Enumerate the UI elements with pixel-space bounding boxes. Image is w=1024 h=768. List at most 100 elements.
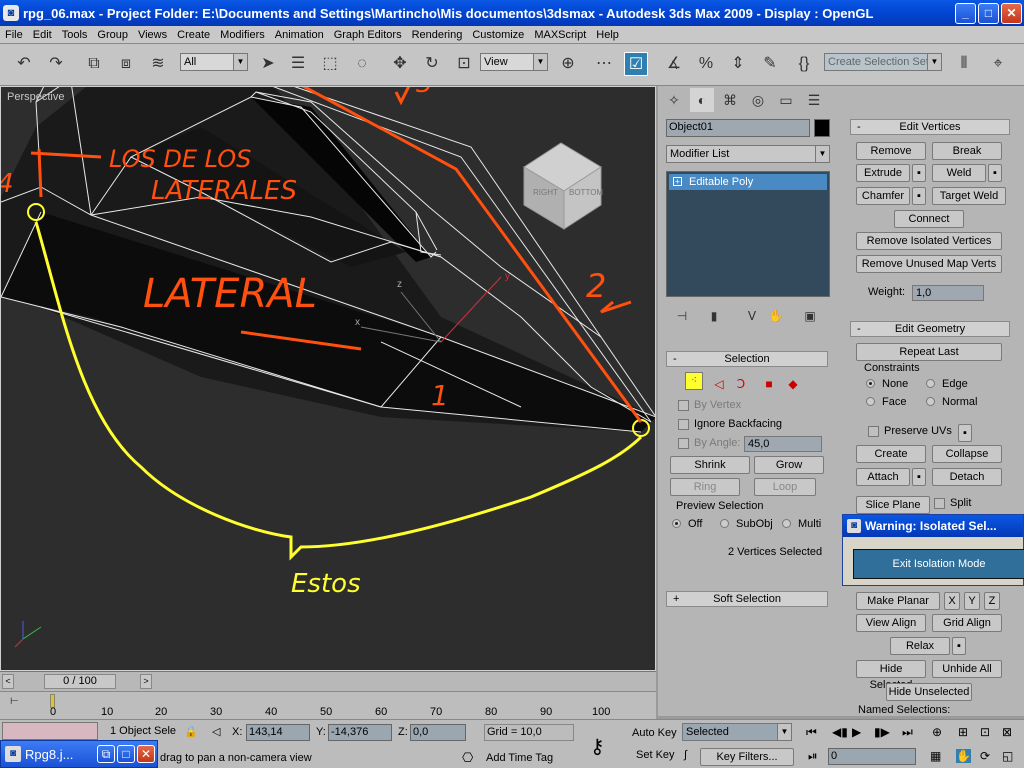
go-to-start-icon[interactable]: ⏮	[806, 725, 817, 740]
taskbar-minimize-button[interactable]: ⧉	[97, 745, 115, 763]
key-filters-button[interactable]: Key Filters...	[700, 748, 794, 766]
pin-stack-icon[interactable]: ⊣	[672, 304, 692, 324]
scale-icon[interactable]: ⊡	[452, 52, 476, 76]
undo-icon[interactable]: ↶	[12, 52, 36, 76]
connect-button[interactable]: Connect	[894, 210, 964, 228]
pan-view-icon[interactable]: ✋	[956, 749, 971, 763]
ignore-backfacing-checkbox[interactable]	[678, 419, 689, 430]
menu-file[interactable]: File	[0, 29, 28, 41]
selection-lock-icon[interactable]: 🔒	[184, 725, 198, 738]
align-icon[interactable]: ⌖	[986, 52, 1010, 76]
window-crossing-icon[interactable]: ◌	[350, 52, 374, 76]
create-tab-icon[interactable]: ✧	[662, 88, 686, 112]
unlink-icon[interactable]: ⧈	[114, 52, 138, 76]
maximize-button[interactable]: □	[978, 2, 999, 24]
hide-unselected-button[interactable]: Hide Unselected	[886, 683, 972, 701]
named-selection-input[interactable]: Create Selection Set ▼	[824, 53, 942, 71]
edge-mode-icon[interactable]: ◁	[710, 372, 728, 391]
menu-graph-editors[interactable]: Graph Editors	[329, 29, 407, 41]
open-mini-curve-editor-icon[interactable]: ⊢	[10, 696, 20, 708]
zoom-all-icon[interactable]: ⊞	[958, 725, 968, 739]
z-coord-field[interactable]: 0,0	[410, 724, 466, 741]
weld-button[interactable]: Weld	[932, 164, 986, 182]
maximize-viewport-icon[interactable]: ◱	[1002, 749, 1013, 763]
configure-modifier-sets-icon[interactable]: ▣	[800, 304, 820, 324]
add-time-tag[interactable]: Add Time Tag	[486, 752, 553, 764]
select-by-name-icon[interactable]: ☰	[286, 52, 310, 76]
preview-multi-radio[interactable]	[782, 519, 791, 528]
modify-tab-icon[interactable]: ◐	[690, 88, 714, 112]
menu-views[interactable]: Views	[133, 29, 172, 41]
object-color-swatch[interactable]	[814, 119, 830, 137]
trackbar[interactable]: ⊢ 0 10 20 30 40 50 60 70 80 90 100	[0, 691, 656, 719]
key-mode-toggle-icon[interactable]: ⏯	[808, 749, 818, 764]
modifier-stack[interactable]: Editable Poly +	[666, 171, 830, 297]
polygon-mode-icon[interactable]: ■	[760, 372, 778, 391]
max-app-icon[interactable]: ◙	[3, 5, 19, 21]
percent-snap-icon[interactable]: %	[694, 52, 718, 76]
curly-braces-icon[interactable]: {}	[792, 52, 816, 76]
remove-modifier-icon[interactable]: ✋	[766, 304, 786, 324]
absolute-mode-icon[interactable]: ◁	[212, 725, 220, 738]
selection-rollout-header[interactable]: - Selection	[666, 351, 828, 367]
make-planar-button[interactable]: Make Planar	[856, 592, 940, 610]
key-mode-dropdown[interactable]: Selected ▼	[682, 723, 792, 741]
by-vertex-checkbox[interactable]	[678, 400, 689, 411]
remove-unused-map-verts-button[interactable]: Remove Unused Map Verts	[856, 255, 1002, 273]
key-icon[interactable]: ⚷	[590, 734, 605, 759]
weld-settings-icon[interactable]: ▪	[988, 164, 1002, 182]
zoom-icon[interactable]: ⊕	[932, 725, 942, 739]
maxscript-listener-mini[interactable]	[2, 722, 98, 740]
menu-rendering[interactable]: Rendering	[407, 29, 468, 41]
link-icon[interactable]: ⧉	[82, 52, 106, 76]
weight-spinner[interactable]: 1,0	[912, 285, 984, 301]
preserve-uvs-settings-icon[interactable]: ▪	[958, 424, 972, 442]
planar-y-button[interactable]: Y	[964, 592, 980, 610]
time-slider-thumb[interactable]: 0 / 100	[44, 674, 116, 689]
border-mode-icon[interactable]: Ↄ	[732, 372, 750, 391]
loop-button[interactable]: Loop	[754, 478, 816, 496]
mirror-icon[interactable]: ⫴	[952, 52, 976, 76]
repeat-last-button[interactable]: Repeat Last	[856, 343, 1002, 361]
pivot-icon[interactable]: ⊕	[556, 52, 580, 76]
utilities-tab-icon[interactable]: ☰	[802, 88, 826, 112]
rect-region-icon[interactable]: ⬚	[318, 52, 342, 76]
taskbar-maximize-button[interactable]: □	[117, 745, 135, 763]
set-key-button[interactable]: Set Key	[636, 749, 675, 761]
chamfer-button[interactable]: Chamfer	[856, 187, 910, 205]
hide-selected-button[interactable]: Hide Selected	[856, 660, 926, 691]
warning-title-bar[interactable]: ◙ Warning: Isolated Sel...	[843, 515, 1023, 537]
go-to-end-icon[interactable]: ⏭	[902, 725, 913, 740]
viewcube[interactable]: RIGHT BOTTOM	[523, 142, 603, 230]
show-end-result-icon[interactable]: ▮	[704, 304, 724, 324]
next-key-icon[interactable]: ▮▶	[874, 725, 890, 739]
slice-plane-button[interactable]: Slice Plane	[856, 496, 930, 514]
zoom-extents-all-icon[interactable]: ⊠	[1002, 725, 1012, 739]
edit-geometry-rollout-header[interactable]: - Edit Geometry	[850, 321, 1010, 337]
modifier-list-dropdown[interactable]: Modifier List ▼	[666, 145, 830, 163]
detach-button[interactable]: Detach	[932, 468, 1002, 486]
element-mode-icon[interactable]: ◆	[784, 372, 802, 391]
rotate-icon[interactable]: ↻	[420, 52, 444, 76]
hierarchy-tab-icon[interactable]: ⌘	[718, 88, 742, 112]
spinner-snap-icon[interactable]: ⇕	[726, 52, 750, 76]
grid-align-button[interactable]: Grid Align	[932, 614, 1002, 632]
viewport-label[interactable]: Perspective	[7, 91, 64, 103]
break-button[interactable]: Break	[932, 142, 1002, 160]
select-icon[interactable]: ➤	[256, 52, 280, 76]
next-frame-icon[interactable]: >	[140, 674, 152, 689]
remove-button[interactable]: Remove	[856, 142, 926, 160]
keyboard-shortcut-icon[interactable]: ⋯	[592, 52, 616, 76]
create-button[interactable]: Create	[856, 445, 926, 463]
by-angle-spinner[interactable]: 45,0	[744, 436, 822, 452]
stack-item-editable-poly[interactable]: Editable Poly	[669, 174, 827, 190]
menu-help[interactable]: Help	[591, 29, 624, 41]
preview-subobj-radio[interactable]	[720, 519, 729, 528]
split-checkbox[interactable]	[934, 498, 945, 509]
attach-settings-icon[interactable]: ▪	[912, 468, 926, 486]
constraint-none-radio[interactable]	[866, 379, 875, 388]
exit-isolation-mode-button[interactable]: Exit Isolation Mode	[853, 549, 1024, 579]
zoom-extents-icon[interactable]: ⊡	[980, 725, 990, 739]
view-align-button[interactable]: View Align	[856, 614, 926, 632]
time-configuration-icon[interactable]: ▦	[930, 749, 941, 763]
